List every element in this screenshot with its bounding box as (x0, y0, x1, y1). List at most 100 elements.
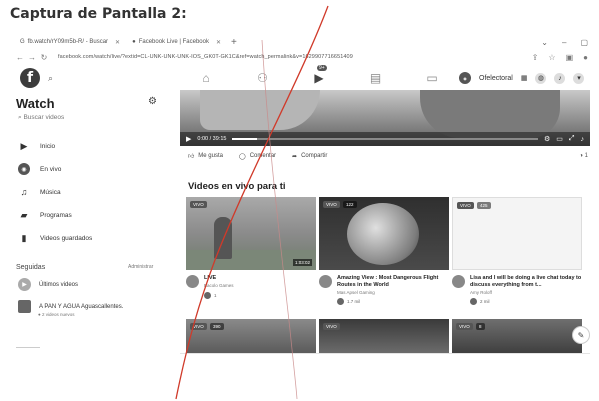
play-icon[interactable]: ▶ (186, 135, 191, 143)
new-tab-button[interactable]: + (231, 37, 237, 48)
header-right: ◉ Ofelectoral ▦ ◍ ♪ ▾ (459, 72, 585, 84)
account-chevron-icon[interactable]: ▾ (573, 72, 585, 84)
profile-avatar[interactable]: ◉ (459, 72, 471, 84)
sidebar-item-musica[interactable]: ♫ Música (18, 186, 61, 198)
gear-icon[interactable]: ⚙ (148, 96, 157, 107)
chevron-down-icon[interactable]: ⌄ (541, 38, 548, 47)
sidebar-title: Watch (16, 96, 55, 111)
star-icon[interactable]: ☆ (548, 53, 555, 62)
video-thumbnail[interactable]: VIVO 425 (452, 197, 582, 270)
video-thumbnail[interactable]: VIVO 1:03:02 (186, 197, 316, 270)
reaction-icon (204, 291, 211, 299)
facebook-logo[interactable]: f (20, 68, 40, 88)
share-button[interactable]: ➦ Compartir (292, 153, 327, 160)
facebook-favicon-icon: ● (132, 39, 136, 45)
sidebar-divider (16, 347, 40, 348)
sidebar-item-inicio[interactable]: ▶ Inicio (18, 140, 56, 152)
play-icon: ▶ (18, 278, 31, 291)
viewer-count: 390 (210, 323, 224, 330)
profile-icon[interactable]: ● (583, 53, 588, 62)
browser-tabbar: G fb.watch/rY09m5b-R/ - Buscar ✕ ● Faceb… (14, 34, 594, 50)
gaming-icon[interactable]: ▭ (420, 71, 444, 85)
video-thumbnail[interactable]: VIVO 122 (319, 197, 449, 270)
channel-name[interactable]: Bacolo Games (204, 283, 234, 289)
back-arrow-icon[interactable]: ← (14, 53, 26, 62)
sidebar-item-en-vivo[interactable]: ◉ En vivo (18, 163, 61, 175)
sidebar-item-programas[interactable]: ▰ Programas (18, 209, 72, 221)
gear-icon[interactable]: ⚙ (544, 135, 550, 143)
maximize-icon[interactable]: ▢ (580, 38, 588, 47)
watch-sidebar: Watch ⚙ ⌕ Buscar videos ▶ Inicio ◉ En vi… (10, 92, 172, 352)
watch-icon[interactable]: ▶ 9+ (307, 65, 331, 85)
sidebar-item-label: En vivo (40, 165, 62, 173)
video-player[interactable]: ▶ 0:00 / 39:15 ⚙ ▭ ⤢ ♪ (180, 90, 590, 146)
video-card[interactable]: VIVO 122 Amazing View : Most Dangerous F… (319, 197, 449, 306)
miniplayer-icon[interactable]: ▭ (556, 135, 563, 143)
volume-icon[interactable]: ♪ (581, 136, 585, 143)
tv-icon: ▶ (20, 140, 28, 151)
fullscreen-icon[interactable]: ⤢ (569, 135, 575, 143)
music-note-icon: ♫ (20, 187, 28, 197)
video-thumbnail[interactable]: VIVO 8 (452, 319, 582, 353)
sidebar-search[interactable]: ⌕ Buscar videos (18, 114, 64, 122)
channel-name[interactable]: Amy Roloff (470, 290, 582, 296)
following-heading: Seguidas (16, 264, 46, 271)
tab-label: fb.watch/rY09m5b-R/ - Buscar (27, 39, 109, 45)
sidebar-item-label: Inicio (40, 142, 56, 150)
channel-name[interactable]: Mas Apsel Gaming (337, 290, 449, 296)
video-title[interactable]: Lisa and I will be doing a live chat tod… (470, 275, 582, 289)
sidebar-item-ultimos-videos[interactable]: ▶ Últimos videos (18, 278, 78, 291)
profile-name[interactable]: Ofelectoral (479, 75, 513, 82)
avatar[interactable] (186, 275, 199, 288)
search-input[interactable]: Buscar videos (23, 114, 64, 121)
tab-label: Facebook Live | Facebook (138, 39, 209, 45)
page-avatar (18, 300, 31, 313)
close-tab-icon[interactable]: ✕ (115, 39, 120, 46)
live-badge: VIVO (190, 201, 207, 208)
main-nav: ⌂ ⚇ ▶ 9+ ▤ ▭ (194, 65, 444, 85)
minimize-icon[interactable]: – (562, 38, 566, 47)
extensions-icon[interactable]: ▣ (566, 53, 574, 62)
home-icon[interactable]: ⌂ (194, 71, 218, 85)
player-controls: ▶ 0:00 / 39:15 ⚙ ▭ ⤢ ♪ (180, 132, 590, 146)
avatar[interactable] (319, 275, 332, 288)
live-badge: VIVO (190, 323, 207, 330)
marketplace-icon[interactable]: ▤ (364, 71, 388, 85)
video-card[interactable]: VIVO 425 Lisa and I will be doing a live… (452, 197, 582, 306)
url-field[interactable]: facebook.com/watch/live/?extid=CL-UNK-UN… (58, 54, 458, 60)
document-heading: Captura de Pantalla 2: (10, 6, 187, 22)
like-button[interactable]: 👍︎ Me gusta (188, 152, 223, 160)
bottom-divider (180, 353, 590, 354)
player-time: 0:00 / 39:15 (197, 136, 227, 142)
progress-bar[interactable] (232, 138, 538, 140)
google-favicon-icon: G (20, 39, 25, 45)
reactions: 1 (204, 291, 316, 299)
thumbs-up-icon: 👍︎ (188, 154, 195, 160)
sidebar-item-videos-guardados[interactable]: ▮ Videos guardados (18, 232, 93, 244)
close-tab-icon[interactable]: ✕ (216, 39, 221, 46)
section-title: Videos en vivo para ti (188, 181, 286, 192)
search-icon[interactable]: ⌕ (48, 73, 53, 84)
avatar[interactable] (452, 275, 465, 288)
manage-link[interactable]: Administrar (128, 264, 153, 270)
reload-icon[interactable]: ↻ (38, 53, 50, 62)
reactions: 2 mil (470, 298, 582, 306)
video-thumbnail[interactable]: VIVO 390 (186, 319, 316, 353)
menu-grid-icon[interactable]: ▦ (521, 74, 528, 82)
sidebar-item-label: Música (40, 188, 61, 196)
notifications-icon[interactable]: ♪ (554, 72, 566, 84)
edit-icon[interactable]: ✎ (572, 326, 590, 344)
live-badge: VIVO (457, 202, 474, 209)
browser-tab-2[interactable]: ● Facebook Live | Facebook ✕ (126, 35, 227, 49)
duration-badge: 1:03:02 (292, 259, 312, 266)
messenger-icon[interactable]: ◍ (535, 72, 547, 84)
video-thumbnail[interactable]: VIVO (319, 319, 449, 353)
video-card[interactable]: VIVO 1:03:02 LIVE Bacolo Games 1 (186, 197, 316, 299)
video-title[interactable]: LIVE (204, 275, 234, 282)
video-title[interactable]: Amazing View : Most Dangerous Flight Rou… (337, 275, 449, 289)
browser-tab-1[interactable]: G fb.watch/rY09m5b-R/ - Buscar ✕ (14, 35, 126, 49)
friends-icon[interactable]: ⚇ (251, 71, 275, 85)
share-page-icon[interactable]: ⇪ (532, 53, 539, 62)
comment-button[interactable]: ◯ Comentar (239, 153, 276, 160)
forward-arrow-icon[interactable]: → (26, 53, 38, 62)
